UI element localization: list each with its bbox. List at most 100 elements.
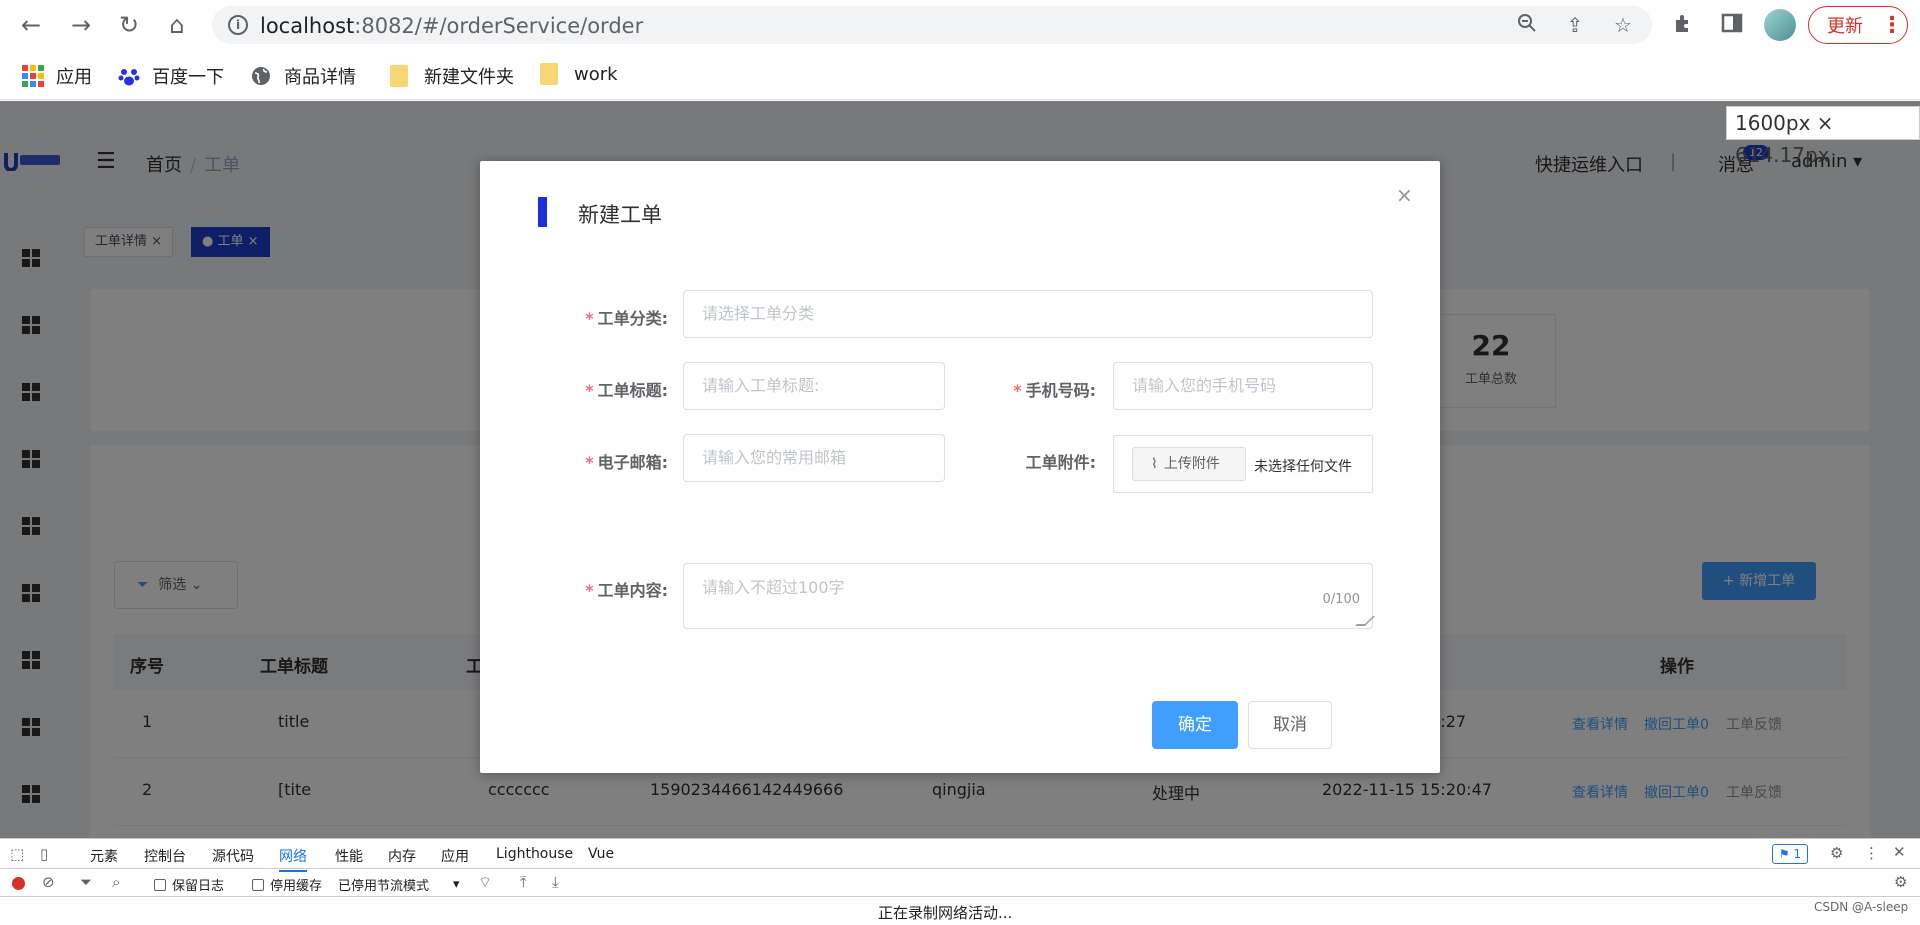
network-settings-gear-icon[interactable]: ⚙ xyxy=(1894,873,1907,891)
checkbox-box xyxy=(154,878,166,891)
resize-grip-icon[interactable] xyxy=(1355,616,1375,626)
required-mark: * xyxy=(585,309,594,328)
devtools-dimension-tooltip: 1600px × 614.17px xyxy=(1726,106,1920,167)
char-counter: 0/100 xyxy=(1322,592,1360,607)
content-textarea[interactable]: 请输入不超过100字 0/100 xyxy=(683,563,1375,629)
forward-arrow-icon[interactable]: → xyxy=(66,10,96,40)
clear-icon[interactable]: ⊘ xyxy=(42,873,55,891)
label-text: 工单内容: xyxy=(597,581,668,600)
paperclip-icon: ⌇ xyxy=(1151,456,1158,472)
side-panel-icon[interactable] xyxy=(1718,12,1746,40)
site-info-icon[interactable]: i xyxy=(228,15,248,35)
filter-funnel-icon[interactable]: ⏷ xyxy=(80,873,92,891)
dropdown-arrow-icon: ▾ xyxy=(453,877,460,892)
network-conditions-icon[interactable]: ⌔ xyxy=(478,873,492,892)
checkbox-label: 停用缓存 xyxy=(270,879,323,894)
issues-count: 1 xyxy=(1793,847,1802,861)
search-icon[interactable]: ⌕ xyxy=(112,873,120,891)
address-bar[interactable]: i localhost:8082/#/orderService/order ⇪ … xyxy=(212,6,1652,44)
globe-icon xyxy=(250,65,272,87)
devtools-tabs: ⬚ ▯ 元素 控制台 源代码 网络 性能 内存 应用 Lighthouse Vu… xyxy=(0,839,1920,872)
issues-flag-icon: ⚑ xyxy=(1778,847,1790,861)
browser-toolbar: ← → ↻ ⌂ i localhost:8082/#/orderService/… xyxy=(0,0,1920,50)
back-arrow-icon[interactable]: ← xyxy=(16,10,46,40)
bookmark-new-folder[interactable]: 新建文件夹 xyxy=(390,63,514,89)
attachment-label: 工单附件: xyxy=(1025,453,1096,472)
required-mark: * xyxy=(1013,381,1022,400)
devtools-tab-vue[interactable]: Vue xyxy=(588,846,614,862)
disable-cache-checkbox[interactable]: 停用缓存 xyxy=(252,875,322,894)
required-mark: * xyxy=(585,581,594,600)
devtools-tab-application[interactable]: 应用 xyxy=(441,846,469,866)
more-kebab-icon[interactable]: ⋮ xyxy=(1864,844,1879,862)
profile-avatar[interactable] xyxy=(1764,9,1796,41)
label-text: 工单分类: xyxy=(597,309,668,328)
devtools-panel: ⬚ ▯ 元素 控制台 源代码 网络 性能 内存 应用 Lighthouse Vu… xyxy=(0,838,1920,925)
title-label: * 工单标题: xyxy=(508,377,668,401)
label-text: 电子邮箱: xyxy=(597,453,668,472)
checkbox-box xyxy=(252,878,264,891)
device-toolbar-icon[interactable]: ▯ xyxy=(40,845,48,863)
devtools-tab-sources[interactable]: 源代码 xyxy=(212,846,254,866)
preserve-log-checkbox[interactable]: 保留日志 xyxy=(154,875,224,894)
settings-gear-icon[interactable]: ⚙ xyxy=(1830,844,1843,862)
record-icon[interactable] xyxy=(12,877,25,890)
folder-icon xyxy=(390,65,408,87)
close-devtools-icon[interactable]: ✕ xyxy=(1893,843,1906,861)
devtools-tab-lighthouse[interactable]: Lighthouse xyxy=(496,846,573,862)
baidu-paw-icon xyxy=(118,65,140,87)
upload-button[interactable]: ⌇ 上传附件 xyxy=(1132,447,1246,481)
label-text: 工单标题: xyxy=(597,381,668,400)
update-button[interactable]: 更新 ⋮ xyxy=(1808,6,1908,44)
phone-label: * 手机号码: xyxy=(936,377,1096,401)
bookmark-baidu[interactable]: 百度一下 xyxy=(118,63,224,89)
email-label: * 电子邮箱: xyxy=(508,449,668,473)
new-order-dialog: 新建工单 × * 工单分类: 请选择工单分类 * 工单标题: 请输入工单标题: * 手… xyxy=(480,161,1440,773)
url-path: :8082/#/orderService/order xyxy=(354,14,644,38)
share-icon[interactable]: ⇪ xyxy=(1562,12,1588,38)
home-icon[interactable]: ⌂ xyxy=(162,10,192,40)
confirm-button[interactable]: 确定 xyxy=(1152,701,1238,749)
required-mark: * xyxy=(585,381,594,400)
more-kebab-icon[interactable]: ⋮ xyxy=(1881,13,1903,38)
bookmark-label: 新建文件夹 xyxy=(424,67,514,88)
zoom-icon[interactable] xyxy=(1514,12,1540,38)
bookmark-star-icon[interactable]: ☆ xyxy=(1610,12,1636,38)
attachment-upload: ⌇ 上传附件 未选择任何文件 xyxy=(1113,435,1373,493)
inspect-element-icon[interactable]: ⬚ xyxy=(10,845,24,863)
url-text[interactable]: localhost:8082/#/orderService/order xyxy=(260,14,643,38)
bookmark-label: 百度一下 xyxy=(152,67,224,88)
bookmark-apps[interactable]: 应用 xyxy=(22,63,92,89)
network-toolbar: ⊘ ⏷ ⌕ 保留日志 停用缓存 已停用节流模式 ▾ ⌔ ⤒ ⤓ ⚙ xyxy=(0,869,1920,897)
throttling-select[interactable]: 已停用节流模式 ▾ xyxy=(338,875,460,894)
bookmark-label: 商品详情 xyxy=(284,67,356,88)
devtools-tab-elements[interactable]: 元素 xyxy=(90,846,118,866)
bookmarks-bar: 应用 百度一下 商品详情 新建文件夹 work xyxy=(0,50,1920,100)
devtools-tab-console[interactable]: 控制台 xyxy=(144,846,186,866)
upload-label: 上传附件 xyxy=(1163,456,1220,472)
extensions-puzzle-icon[interactable] xyxy=(1670,12,1698,40)
phone-input[interactable]: 请输入您的手机号码 xyxy=(1113,362,1373,410)
bookmark-work[interactable]: work xyxy=(540,63,618,85)
reload-icon[interactable]: ↻ xyxy=(114,10,144,40)
checkbox-label: 保留日志 xyxy=(172,879,225,894)
apps-grid-icon xyxy=(22,65,44,87)
category-select[interactable]: 请选择工单分类 xyxy=(683,290,1373,338)
category-label: * 工单分类: xyxy=(508,305,668,329)
url-host: localhost xyxy=(260,14,355,38)
no-file-text: 未选择任何文件 xyxy=(1254,459,1352,475)
devtools-tab-performance[interactable]: 性能 xyxy=(335,846,363,866)
issues-badge[interactable]: ⚑ 1 xyxy=(1772,844,1808,864)
title-input[interactable]: 请输入工单标题: xyxy=(683,362,945,410)
close-icon[interactable]: × xyxy=(1396,183,1413,207)
export-har-icon[interactable]: ⤓ xyxy=(552,873,559,891)
cancel-button[interactable]: 取消 xyxy=(1248,701,1332,749)
bookmark-product[interactable]: 商品详情 xyxy=(250,63,356,89)
recording-status: 正在录制网络活动... xyxy=(878,904,1013,922)
label-text: 手机号码: xyxy=(1025,381,1096,400)
content-label: * 工单内容: xyxy=(508,577,668,601)
title-accent-bar xyxy=(538,197,547,227)
devtools-tab-memory[interactable]: 内存 xyxy=(388,846,416,866)
email-input[interactable]: 请输入您的常用邮箱 xyxy=(683,434,945,482)
import-har-icon[interactable]: ⤒ xyxy=(520,873,527,891)
